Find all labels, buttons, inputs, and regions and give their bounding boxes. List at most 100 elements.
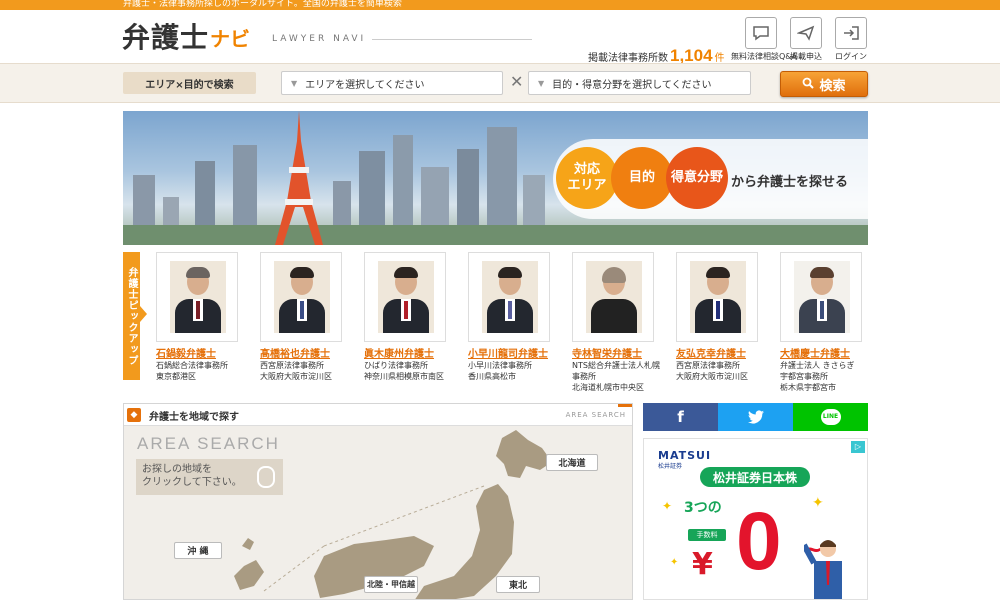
facebook-button[interactable]: f (643, 403, 718, 431)
tokyo-tower-icon (275, 111, 323, 245)
map-pin-icon: ◆ (127, 408, 141, 422)
lawyer-photo (156, 252, 238, 342)
lawyer-name[interactable]: 大橋慶士弁護士 (780, 345, 880, 360)
top-bar: 弁護士・法律事務所探しのポータルサイト。全国の弁護士を簡単検索 (0, 0, 1000, 10)
circle-specialty-text: 得意分野 (670, 170, 723, 185)
lawyer-photo (364, 252, 446, 342)
lawyer-photo (572, 252, 654, 342)
logo-main: 弁護士 (122, 21, 210, 54)
sparkle-icon: ✦ (670, 557, 679, 568)
lawyer-photo (468, 252, 550, 342)
lawyer-office: ひばり法律事務所 (364, 361, 428, 370)
region-hokuriku[interactable]: 北陸・甲信越 (364, 576, 418, 593)
lawyer-name[interactable]: 髙橋裕也弁護士 (260, 345, 360, 360)
lawyer-office: 西宮原法律事務所 (676, 361, 740, 370)
lawyer-office: 石鍋総合法律事務所 (156, 361, 228, 370)
area-search-panel: ◆ 弁護士を地域で探す AREA SEARCH AREA SEARCH お探しの… (123, 403, 633, 600)
lawyer-card[interactable]: 友弘克幸弁護士 西宮原法律事務所 大阪府大阪市淀川区 (676, 252, 776, 382)
ad-yen: ¥ (692, 547, 713, 582)
area-search-heading-en: AREA SEARCH (565, 411, 626, 419)
lawyer-office-2: 宇都宮事務所 (780, 372, 828, 381)
lawyer-office-2: 事務所 (572, 372, 596, 381)
ad-brand-sub: 松井証券 (658, 463, 683, 470)
purpose-select[interactable]: ▼ 目的・得意分野を選択してください (528, 71, 751, 95)
login-icon (835, 17, 867, 49)
count-label: 掲載法律事務所数 (588, 53, 668, 64)
lawyer-name[interactable]: 眞木康州弁護士 (364, 345, 464, 360)
region-okinawa[interactable]: 沖 縄 (174, 542, 222, 559)
lawyer-location: 神奈川県相模原市南区 (364, 372, 444, 381)
count-unit: 件 (714, 53, 725, 64)
area-select[interactable]: ▼ エリアを選択してください (281, 71, 503, 95)
circle-purpose: 目的 (611, 147, 673, 209)
area-select-text: エリアを選択してください (305, 79, 425, 91)
circle-area: 対応 エリア (556, 147, 618, 209)
lawyer-office: 弁護士法人 きさらぎ (780, 361, 855, 370)
lawyer-card[interactable]: 髙橋裕也弁護士 西宮原法律事務所 大阪府大阪市淀川区 (260, 252, 360, 382)
lawyer-location: 東京都港区 (156, 372, 196, 381)
lawyer-name[interactable]: 友弘克幸弁護士 (676, 345, 776, 360)
ad-three: 3つの (684, 500, 722, 516)
lawyer-photo (676, 252, 758, 342)
japan-map-shape (234, 430, 552, 599)
lawyer-name[interactable]: 石鍋毅弁護士 (156, 345, 256, 360)
accent-bar (618, 404, 632, 407)
region-hokkaido[interactable]: 北海道 (546, 454, 598, 471)
trees (123, 225, 868, 245)
lawyer-card[interactable]: 大橋慶士弁護士 弁護士法人 きさらぎ 宇都宮事務所 栃木県宇都宮市 (780, 252, 880, 393)
lawyer-location: 北海道札幌市中央区 (572, 383, 644, 392)
logo-sub: LAWYER NAVI (272, 34, 367, 44)
paper-plane-icon (790, 17, 822, 49)
lawyer-card[interactable]: 眞木康州弁護士 ひばり法律事務所 神奈川県相模原市南区 (364, 252, 464, 382)
lawyer-name[interactable]: 小早川龍司弁護士 (468, 345, 568, 360)
ad-fee: 手数料 (688, 529, 726, 541)
circle-area-text: 対応 エリア (567, 162, 607, 193)
ad-title: 松井証券日本株 (700, 467, 810, 487)
twitter-button[interactable] (718, 403, 793, 431)
lawyer-card[interactable]: 石鍋毅弁護士 石鍋総合法律事務所 東京都港区 (156, 252, 256, 382)
lawyer-office: NTS総合弁護士法人札幌 (572, 361, 660, 370)
login-label: ログイン (835, 52, 867, 61)
lawyer-office: 西宮原法律事務所 (260, 361, 324, 370)
search-band: エリア×目的で検索 ▼ エリアを選択してください ✕ ▼ 目的・得意分野を選択し… (0, 63, 1000, 103)
lawyer-card[interactable]: 寺林智栄弁護士 NTS総合弁護士法人札幌 事務所 北海道札幌市中央区 (572, 252, 672, 393)
line-icon: LINE (820, 409, 841, 425)
twitter-icon (747, 410, 764, 424)
advertisement[interactable]: ▷ MATSUI 松井証券 松井証券日本株 3つの 手数料 ¥ 0 ~ ✦ ✦ … (643, 438, 868, 600)
lawyer-location: 大阪府大阪市淀川区 (676, 372, 748, 381)
hero-banner[interactable]: 対応 エリア 目的 得意分野 から弁護士を探せる (123, 111, 868, 245)
ad-person-illustration (804, 540, 842, 599)
caret-down-icon: ▼ (291, 78, 298, 88)
ad-choices-icon[interactable]: ▷ (851, 441, 865, 453)
site-logo[interactable]: 弁護士 ナビ (122, 20, 250, 54)
circle-specialty: 得意分野 (666, 147, 728, 209)
lawyer-location: 栃木県宇都宮市 (780, 383, 836, 392)
area-search-header: ◆ 弁護士を地域で探す AREA SEARCH (124, 404, 632, 426)
facebook-icon: f (677, 408, 684, 426)
search-label: エリア×目的で検索 (123, 72, 256, 94)
magnifier-icon (802, 77, 815, 92)
header: 弁護士 ナビ LAWYER NAVI 掲載法律事務所数 1,104 件 無料法律… (0, 10, 1000, 65)
login-button[interactable]: ログイン (821, 17, 881, 62)
lawyer-photo (260, 252, 342, 342)
search-button[interactable]: 検索 (780, 71, 868, 97)
lawyer-location: 香川県高松市 (468, 372, 516, 381)
lawyer-office: 小早川法律事務所 (468, 361, 532, 370)
line-button[interactable]: LINE (793, 403, 868, 431)
circle-purpose-text: 目的 (628, 170, 655, 185)
region-tohoku[interactable]: 東北 (496, 576, 540, 593)
pickup-arrow-icon (140, 306, 147, 322)
japan-map: AREA SEARCH お探しの地域を クリックして下さい。 北海道 沖 縄 北… (124, 426, 632, 599)
lawyer-location: 大阪府大阪市淀川区 (260, 372, 332, 381)
caret-down-icon: ▼ (538, 78, 545, 88)
ad-zero: 0 (736, 496, 782, 587)
logo-navi: ナビ (210, 27, 251, 51)
purpose-select-text: 目的・得意分野を選択してください (552, 79, 712, 91)
chat-icon (745, 17, 777, 49)
logo-divider (372, 39, 532, 40)
pickup-tab: 弁護士ピックアップ (123, 252, 140, 380)
sparkle-icon: ✦ (662, 499, 673, 513)
tagline: 弁護士・法律事務所探しのポータルサイト。全国の弁護士を簡単検索 (123, 0, 402, 9)
lawyer-name[interactable]: 寺林智栄弁護士 (572, 345, 672, 360)
lawyer-card[interactable]: 小早川龍司弁護士 小早川法律事務所 香川県高松市 (468, 252, 568, 382)
